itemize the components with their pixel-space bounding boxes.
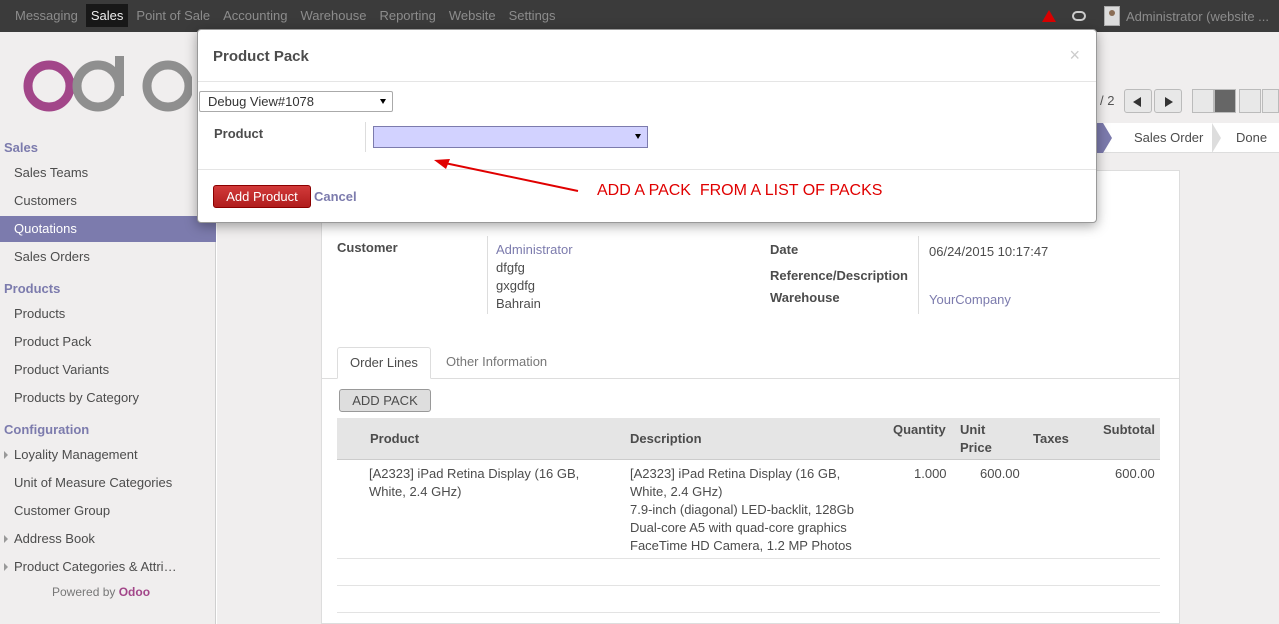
annotation-arrow xyxy=(434,159,579,192)
cancel-button[interactable]: Cancel xyxy=(314,189,357,204)
add-product-button[interactable]: Add Product xyxy=(213,185,311,208)
debug-view-value: Debug View#1078 xyxy=(208,94,315,109)
product-select[interactable] xyxy=(373,126,648,148)
product-field-label: Product xyxy=(214,126,264,141)
debug-view-select[interactable]: Debug View#1078 xyxy=(199,91,393,112)
annotation-text: ADD A PACK FROM A LIST OF PACKS xyxy=(597,182,883,199)
divider xyxy=(365,122,366,152)
dialog-title: Product Pack xyxy=(213,48,309,65)
dropdown-arrow-icon xyxy=(635,134,641,139)
dialog-footer-divider xyxy=(198,169,1096,170)
dropdown-arrow-icon xyxy=(380,99,386,104)
dialog-header: Product Pack × xyxy=(198,30,1096,82)
close-icon[interactable]: × xyxy=(1069,45,1080,66)
